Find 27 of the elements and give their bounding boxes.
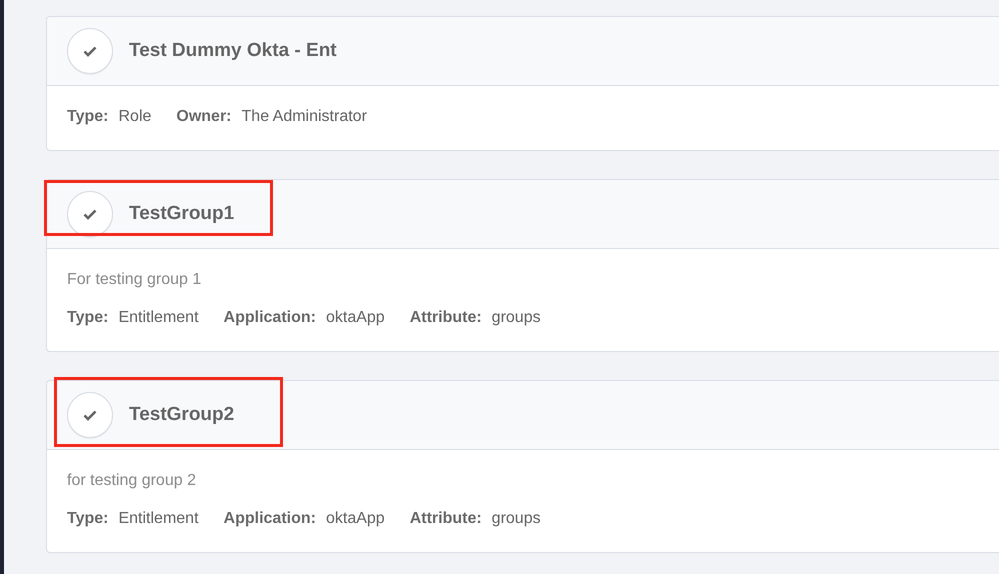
- group-description: for testing group 2: [67, 472, 197, 490]
- field-value: oktaApp: [326, 309, 385, 327]
- checkmark-icon: [83, 410, 97, 420]
- check-button[interactable]: [67, 28, 113, 74]
- checkmark-icon: [83, 208, 97, 220]
- group-title: TestGroup2: [129, 404, 234, 426]
- field-value: Entitlement: [118, 309, 199, 327]
- group-title: TestGroup1: [129, 203, 234, 225]
- group-title: Test Dummy Okta - Ent: [129, 40, 337, 62]
- field-label: Type:: [67, 510, 108, 528]
- field-label: Application:: [224, 510, 316, 528]
- group-description: For testing group 1: [67, 271, 202, 289]
- field-value: oktaApp: [326, 510, 385, 528]
- field-value: Entitlement: [118, 510, 199, 528]
- field-label: Attribute:: [410, 510, 482, 528]
- field-label: Owner:: [176, 108, 232, 126]
- field-label: Type:: [67, 108, 108, 126]
- field-label: Type:: [67, 309, 108, 327]
- field-value: groups: [492, 510, 541, 528]
- checkmark-icon: [83, 46, 97, 56]
- field-value: Role: [118, 108, 152, 126]
- check-button[interactable]: [67, 191, 113, 237]
- check-button[interactable]: [67, 392, 113, 438]
- field-value: The Administrator: [242, 108, 367, 126]
- field-label: Attribute:: [410, 309, 482, 327]
- field-label: Application:: [224, 309, 316, 327]
- field-value: groups: [492, 309, 541, 327]
